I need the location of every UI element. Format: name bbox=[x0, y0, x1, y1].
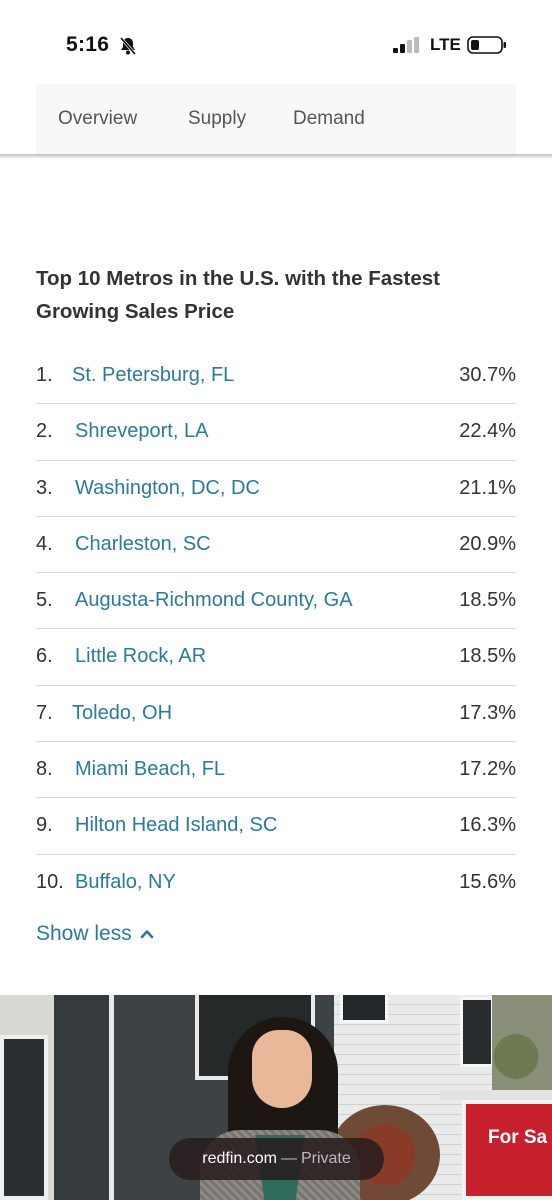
show-less-label: Show less bbox=[36, 922, 132, 945]
bell-muted-icon bbox=[119, 37, 137, 55]
list-item: 3. Washington, DC, DC 21.1% bbox=[36, 461, 516, 517]
network-type: LTE bbox=[430, 35, 461, 54]
section-title: Top 10 Metros in the U.S. with the Faste… bbox=[36, 267, 440, 323]
price-change: 17.3% bbox=[459, 701, 516, 724]
price-change: 21.1% bbox=[459, 476, 516, 499]
signal-icon bbox=[393, 37, 419, 53]
rank: 8. bbox=[36, 758, 53, 781]
rank: 3. bbox=[36, 476, 53, 499]
metro-link[interactable]: Hilton Head Island, SC bbox=[75, 814, 277, 837]
price-change: 22.4% bbox=[459, 420, 516, 443]
price-change: 18.5% bbox=[459, 645, 516, 668]
metro-link[interactable]: Augusta-Richmond County, GA bbox=[75, 589, 353, 612]
list-item: 7. Toledo, OH 17.3% bbox=[36, 686, 516, 743]
list-item: 6. Little Rock, AR 18.5% bbox=[36, 629, 516, 686]
list-item: 4. Charleston, SC 20.9% bbox=[36, 517, 516, 574]
battery-icon bbox=[467, 36, 506, 54]
tab-supply[interactable]: Supply bbox=[188, 108, 246, 130]
metro-link[interactable]: Shreveport, LA bbox=[75, 420, 208, 443]
rank: 2. bbox=[36, 420, 53, 443]
url-host: redfin.com bbox=[202, 1150, 277, 1167]
for-sale-sign bbox=[462, 1100, 552, 1200]
rank: 7. bbox=[36, 701, 53, 724]
list-item: 5. Augusta-Richmond County, GA 18.5% bbox=[36, 573, 516, 630]
rank: 10. bbox=[36, 870, 64, 893]
metro-link[interactable]: Washington, DC, DC bbox=[75, 477, 260, 500]
price-change: 16.3% bbox=[459, 814, 516, 837]
metro-link[interactable]: Little Rock, AR bbox=[75, 645, 206, 668]
status-time: 5:16 bbox=[66, 33, 110, 56]
status-bar: 5:16 LTE bbox=[0, 0, 552, 84]
tab-overview[interactable]: Overview bbox=[58, 108, 137, 130]
price-change: 15.6% bbox=[459, 870, 516, 893]
metro-link[interactable]: St. Petersburg, FL bbox=[72, 364, 234, 387]
rank: 1. bbox=[36, 364, 53, 386]
price-change: 18.5% bbox=[459, 589, 516, 612]
rank: 9. bbox=[36, 814, 53, 837]
rank: 6. bbox=[36, 645, 53, 668]
metro-link[interactable]: Toledo, OH bbox=[72, 702, 172, 725]
tab-demand[interactable]: Demand bbox=[293, 108, 365, 130]
price-change: 17.2% bbox=[459, 758, 516, 781]
price-change: 30.7% bbox=[459, 364, 516, 386]
list-item: 9. Hilton Head Island, SC 16.3% bbox=[36, 798, 516, 855]
list-item: 2. Shreveport, LA 22.4% bbox=[36, 404, 516, 461]
metro-link[interactable]: Buffalo, NY bbox=[75, 871, 176, 894]
list-item: 10. Buffalo, NY 15.6% bbox=[36, 855, 516, 911]
list-item: 8. Miami Beach, FL 17.2% bbox=[36, 742, 516, 799]
chevron-up-icon bbox=[140, 930, 154, 939]
price-change: 20.9% bbox=[459, 532, 516, 555]
browser-url-bar[interactable]: redfin.com — Private bbox=[169, 1138, 384, 1180]
rank: 4. bbox=[36, 532, 53, 555]
metro-link[interactable]: Charleston, SC bbox=[75, 533, 211, 556]
show-less-button[interactable]: Show less bbox=[36, 922, 154, 946]
tab-bar-shadow bbox=[0, 154, 552, 159]
list-item: 1. St. Petersburg, FL 30.7% bbox=[36, 348, 516, 405]
metro-link[interactable]: Miami Beach, FL bbox=[75, 758, 225, 781]
private-mode-label: Private bbox=[300, 1150, 351, 1167]
url-separator: — bbox=[280, 1150, 297, 1167]
metro-list: 1. St. Petersburg, FL 30.7% 2. Shrevepor… bbox=[36, 348, 516, 911]
for-sale-sign-text: For Sa bbox=[488, 1127, 548, 1148]
rank: 5. bbox=[36, 589, 53, 612]
